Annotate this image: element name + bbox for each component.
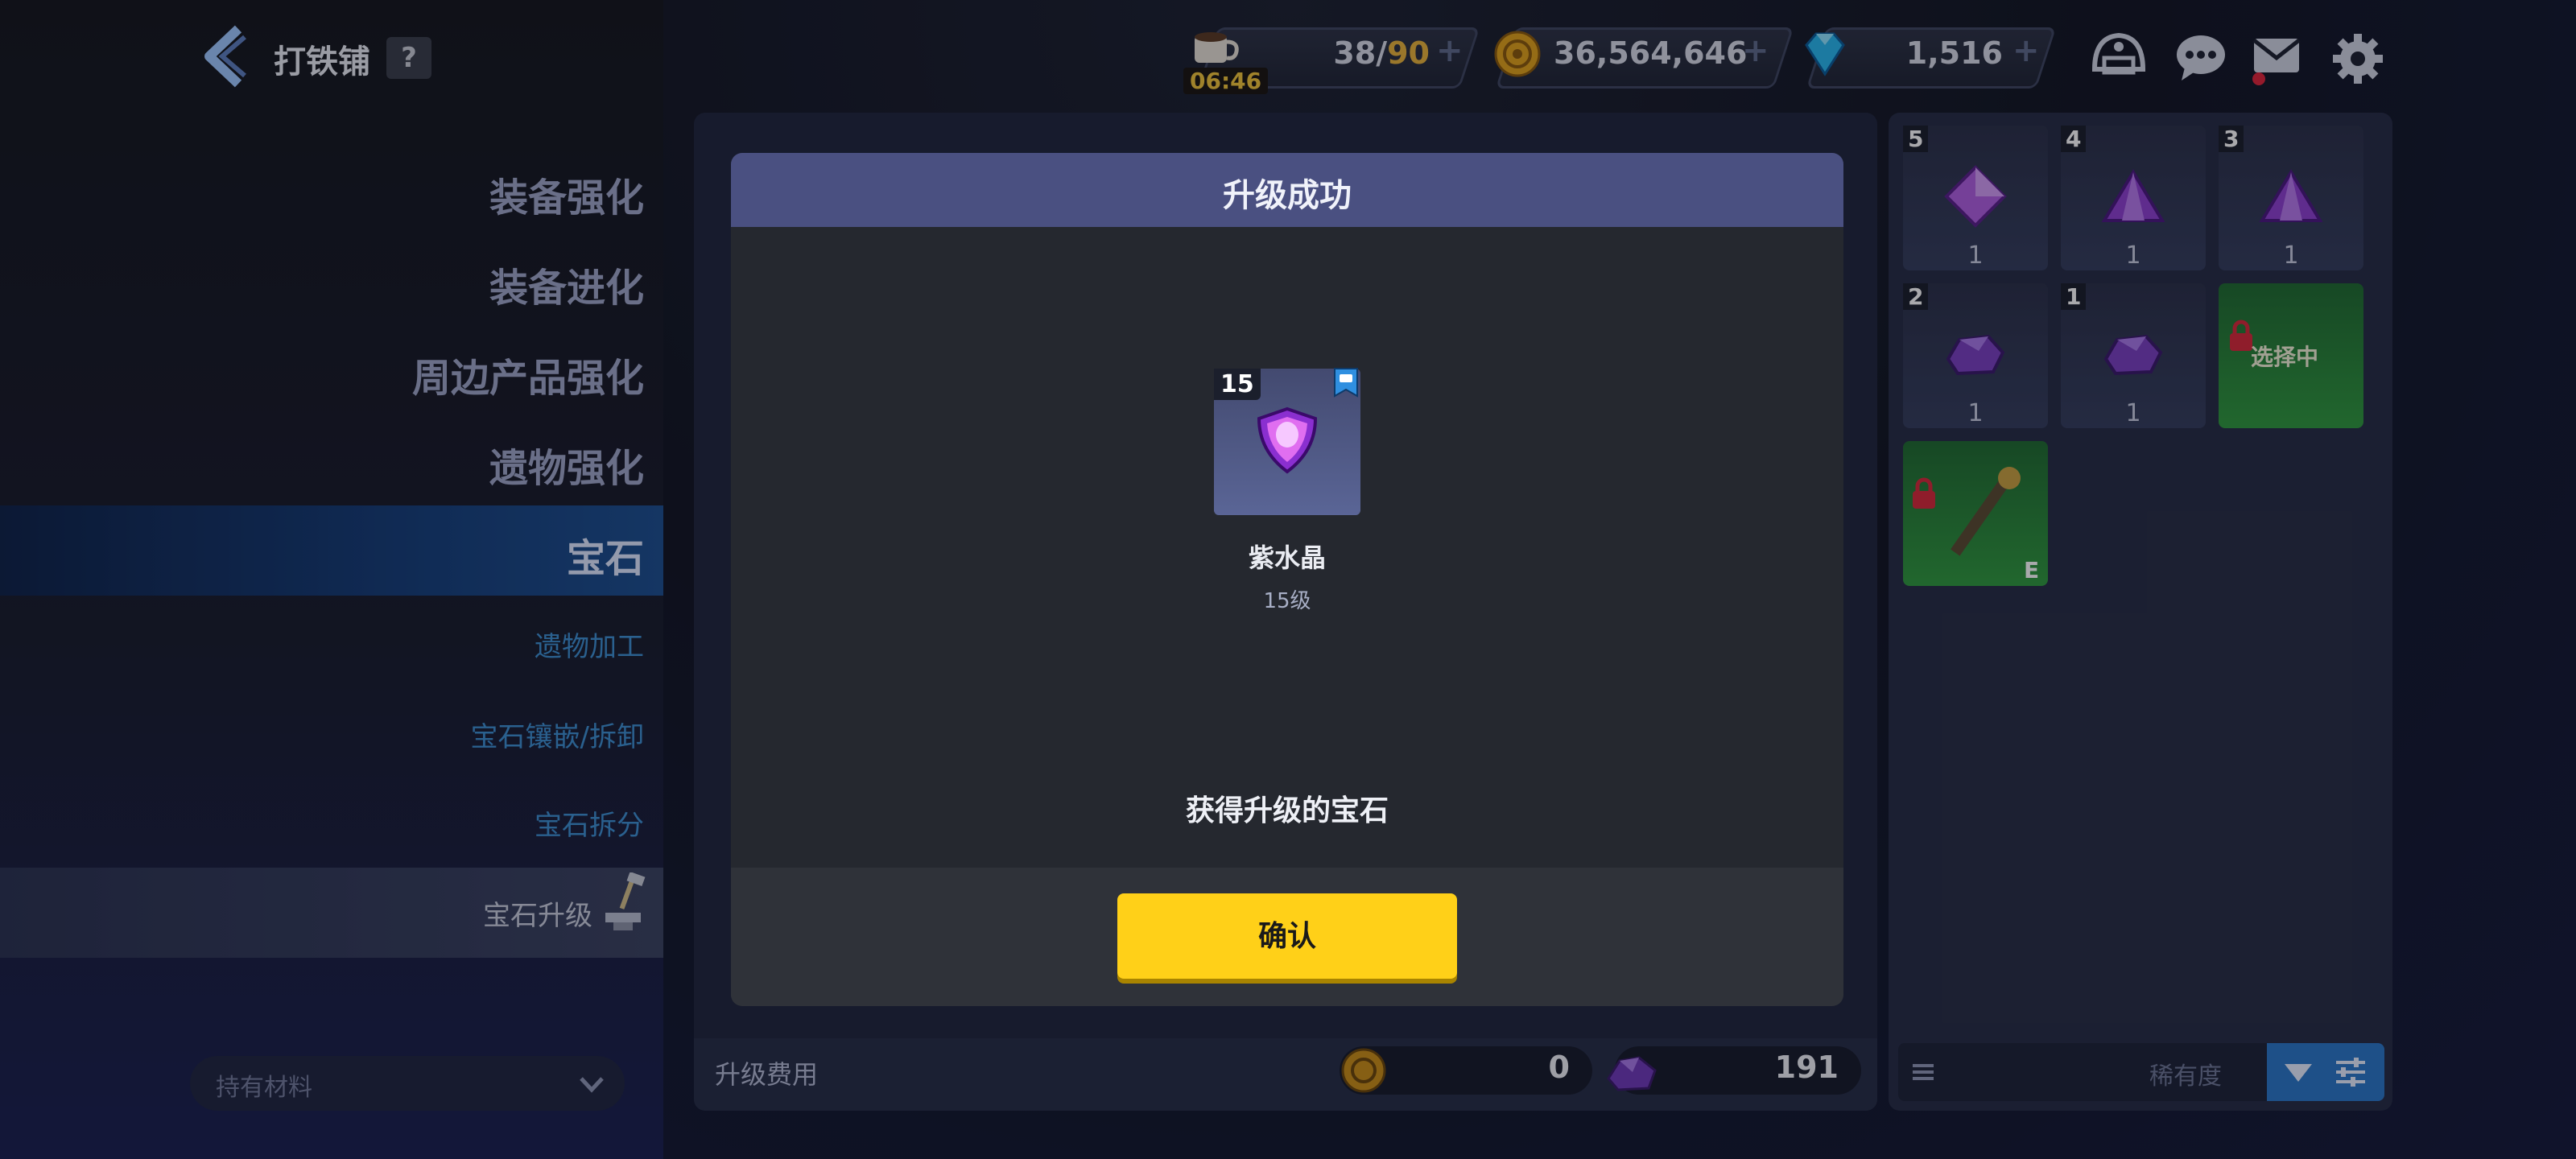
confirm-button-label: 确认: [1257, 920, 1316, 953]
bookmark-icon: [1334, 368, 1358, 398]
gem-name: 紫水晶: [1248, 542, 1326, 573]
confirm-button[interactable]: 确认: [1117, 893, 1457, 979]
modal-message: 获得升级的宝石: [1185, 794, 1389, 827]
gem-level: 15级: [1263, 589, 1311, 613]
gem-level-badge: 15: [1214, 369, 1261, 400]
amethyst-shield-gem-icon: [1257, 406, 1318, 474]
modal-title: 升级成功: [1223, 177, 1352, 214]
